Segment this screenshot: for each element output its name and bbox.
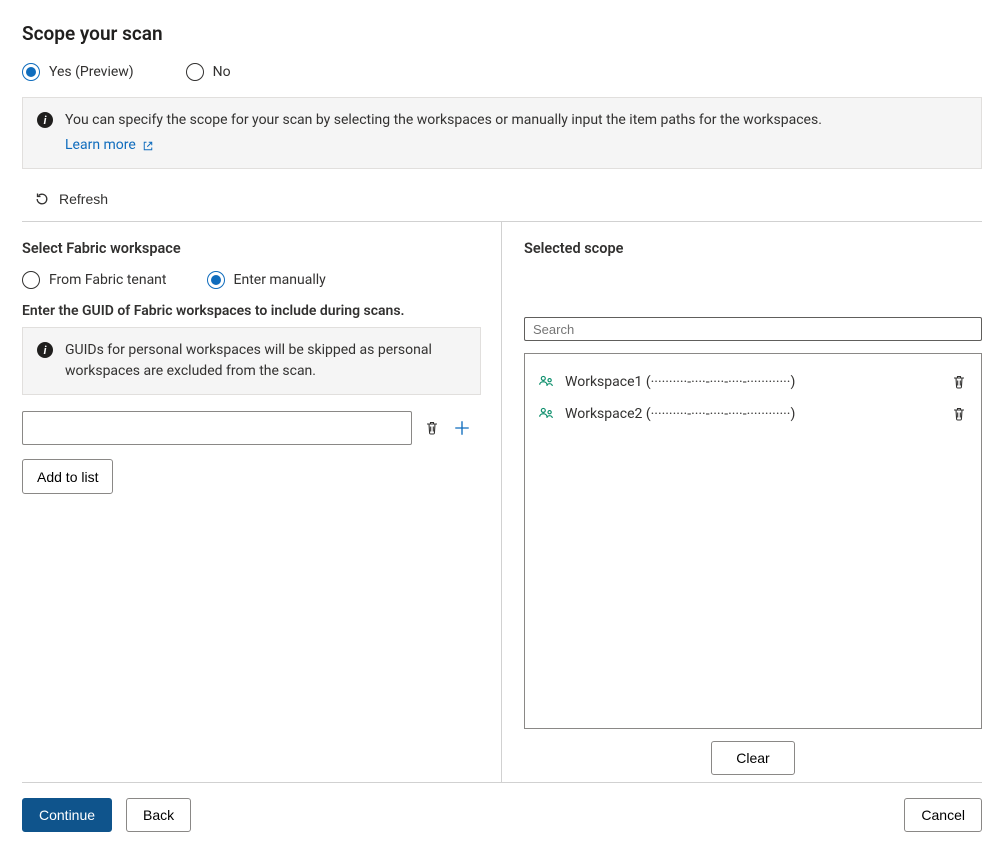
enter-manually-option[interactable]: Enter manually (207, 271, 326, 289)
trash-icon (424, 420, 440, 436)
add-guid-button[interactable] (452, 418, 472, 438)
radio-selected-icon (22, 63, 40, 81)
info-text: You can specify the scope for your scan … (65, 112, 822, 128)
clear-guid-button[interactable] (422, 418, 442, 438)
back-button[interactable]: Back (126, 798, 191, 832)
enter-manually-label: Enter manually (234, 272, 326, 288)
workspace-source-group: From Fabric tenant Enter manually (22, 271, 481, 289)
selected-scope-list: Workspace1 (··········-····-····-····-··… (524, 353, 982, 729)
add-to-list-button[interactable]: Add to list (22, 459, 113, 494)
scope-item-label: Workspace2 (··········-····-····-····-··… (565, 406, 939, 422)
workspace-icon (537, 373, 555, 391)
selected-scope-title: Selected scope (524, 240, 982, 257)
guid-heading: Enter the GUID of Fabric workspaces to i… (22, 303, 481, 319)
info-banner: i You can specify the scope for your sca… (22, 97, 982, 169)
guid-note-text: GUIDs for personal workspaces will be sk… (65, 340, 466, 382)
scope-item: Workspace1 (··········-····-····-····-··… (535, 366, 971, 398)
trash-icon (951, 406, 967, 422)
refresh-button[interactable]: Refresh (30, 189, 112, 209)
remove-scope-item-button[interactable] (949, 404, 969, 424)
radio-unselected-icon (22, 271, 40, 289)
learn-more-link[interactable]: Learn more (65, 135, 154, 156)
cancel-button[interactable]: Cancel (904, 798, 982, 832)
info-icon: i (37, 112, 53, 128)
remove-scope-item-button[interactable] (949, 372, 969, 392)
plus-icon (453, 419, 471, 437)
guid-note-box: i GUIDs for personal workspaces will be … (22, 327, 481, 395)
from-tenant-label: From Fabric tenant (49, 272, 167, 288)
scope-no-option[interactable]: No (186, 63, 231, 81)
workspace-icon (537, 405, 555, 423)
info-icon: i (37, 342, 53, 358)
scope-item-label: Workspace1 (··········-····-····-····-··… (565, 374, 939, 390)
trash-icon (951, 374, 967, 390)
radio-unselected-icon (186, 63, 204, 81)
scope-yes-label: Yes (Preview) (49, 64, 134, 80)
external-link-icon (142, 140, 154, 152)
scope-no-label: No (213, 64, 231, 80)
search-input[interactable] (524, 317, 982, 341)
clear-button[interactable]: Clear (711, 741, 794, 775)
radio-selected-icon (207, 271, 225, 289)
learn-more-label: Learn more (65, 135, 136, 156)
page-title: Scope your scan (22, 22, 982, 45)
from-tenant-option[interactable]: From Fabric tenant (22, 271, 167, 289)
guid-input[interactable] (22, 411, 412, 445)
scope-toggle-group: Yes (Preview) No (22, 63, 982, 81)
continue-button[interactable]: Continue (22, 798, 112, 832)
refresh-icon (34, 191, 50, 207)
select-workspace-title: Select Fabric workspace (22, 240, 481, 257)
scope-item: Workspace2 (··········-····-····-····-··… (535, 398, 971, 430)
footer: Continue Back Cancel (22, 782, 982, 832)
scope-yes-option[interactable]: Yes (Preview) (22, 63, 134, 81)
refresh-label: Refresh (59, 191, 108, 207)
